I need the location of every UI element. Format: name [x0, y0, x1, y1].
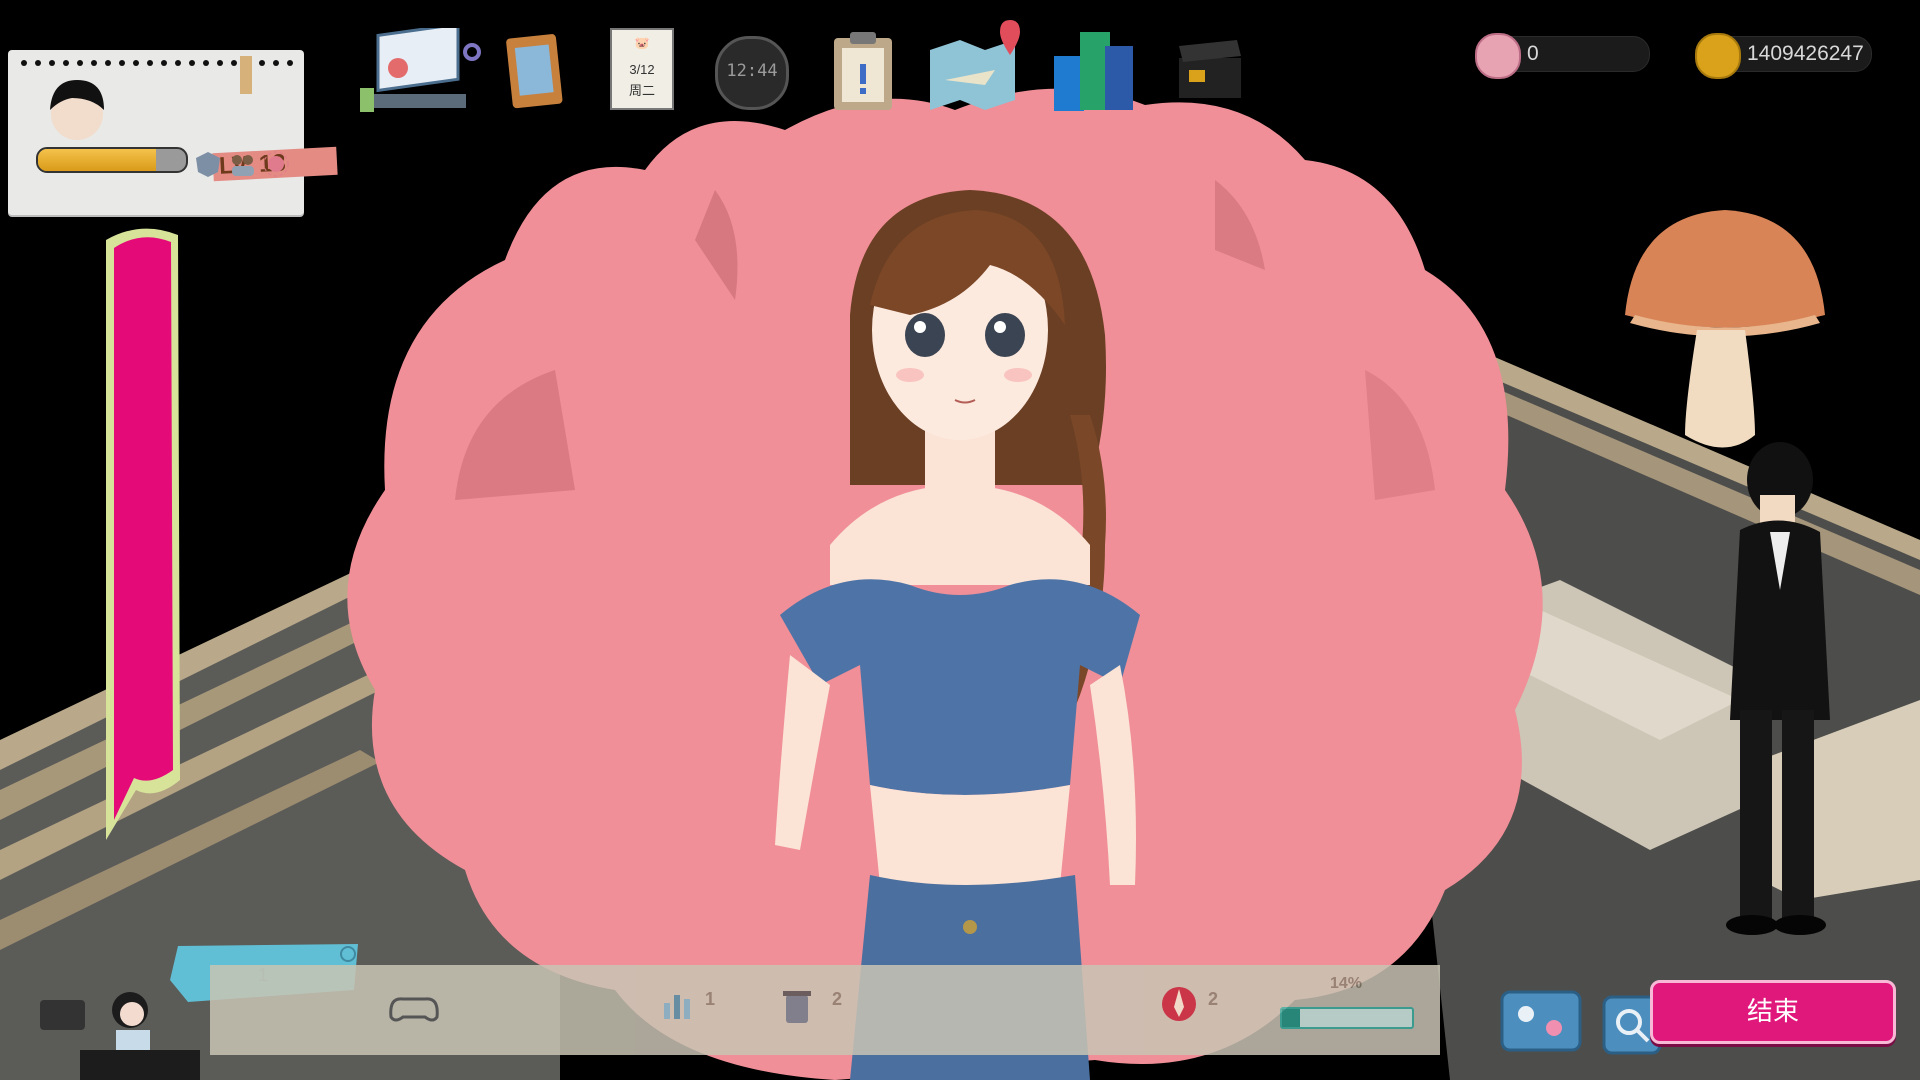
coin-icon — [1695, 33, 1741, 79]
people-badge-icon[interactable] — [228, 150, 256, 178]
player-avatar — [50, 80, 104, 140]
gems-counter[interactable]: 0 — [1475, 33, 1650, 79]
social-button[interactable] — [1500, 990, 1582, 1052]
clipboard-board-icon[interactable] — [505, 28, 565, 113]
controller-icon[interactable] — [385, 993, 443, 1025]
shield-badge-icon[interactable] — [194, 150, 222, 178]
calendar-date: 3/12 — [629, 62, 655, 77]
profile-badges — [194, 150, 314, 180]
rocket-icon[interactable] — [1160, 983, 1198, 1025]
calendar-icon[interactable]: 🐷 3/12 周二 — [610, 28, 674, 110]
buildings-icon[interactable] — [1050, 26, 1135, 111]
coins-counter[interactable]: 1409426247 — [1695, 33, 1872, 79]
stats-icon[interactable] — [660, 987, 694, 1023]
girl-character — [775, 190, 1140, 1080]
map-icon[interactable] — [925, 20, 1020, 110]
xp-bar-fill — [38, 149, 157, 171]
task-clipboard-icon[interactable] — [830, 28, 896, 113]
computer-icon[interactable] — [360, 28, 490, 118]
player-profile-card[interactable]: LV. 13 — [8, 50, 338, 215]
game-screen: LV. 13 🐷 3/12 周二 12:44 0 1409426247 1 2 … — [0, 0, 1920, 1080]
xp-bar — [36, 147, 188, 173]
clock-time: 12:44 — [726, 61, 778, 81]
vertical-energy-bar — [106, 228, 180, 841]
man-in-suit — [1726, 442, 1830, 935]
bottom-hud-bar: 1 2 2 14% — [210, 965, 1440, 1055]
stat-b-value: 2 — [832, 989, 843, 1009]
gems-value: 0 — [1527, 42, 1539, 65]
notebook-holes — [21, 60, 293, 66]
trash-icon[interactable] — [780, 987, 814, 1025]
mushroom-lamp — [1625, 210, 1825, 448]
calendar-pig-glyph: 🐷 — [634, 36, 650, 50]
girl-at-desk-thumbnail[interactable] — [40, 980, 200, 1080]
progress-bar — [1280, 1007, 1414, 1029]
virus-badge-icon[interactable] — [262, 150, 290, 178]
pencil-icon — [240, 56, 252, 94]
star-gem-icon — [1475, 33, 1521, 79]
end-button[interactable]: 结束 — [1650, 980, 1896, 1044]
stat-a-value: 1 — [705, 989, 716, 1009]
calendar-weekday: 周二 — [628, 83, 655, 98]
stat-c-value: 2 — [1208, 989, 1219, 1009]
progress-label: 14% — [1330, 975, 1363, 992]
progress-bar-fill — [1282, 1009, 1301, 1027]
coins-value: 1409426247 — [1747, 42, 1864, 65]
clock-icon[interactable]: 12:44 — [715, 36, 789, 110]
clapperboard-icon[interactable] — [1175, 40, 1245, 100]
